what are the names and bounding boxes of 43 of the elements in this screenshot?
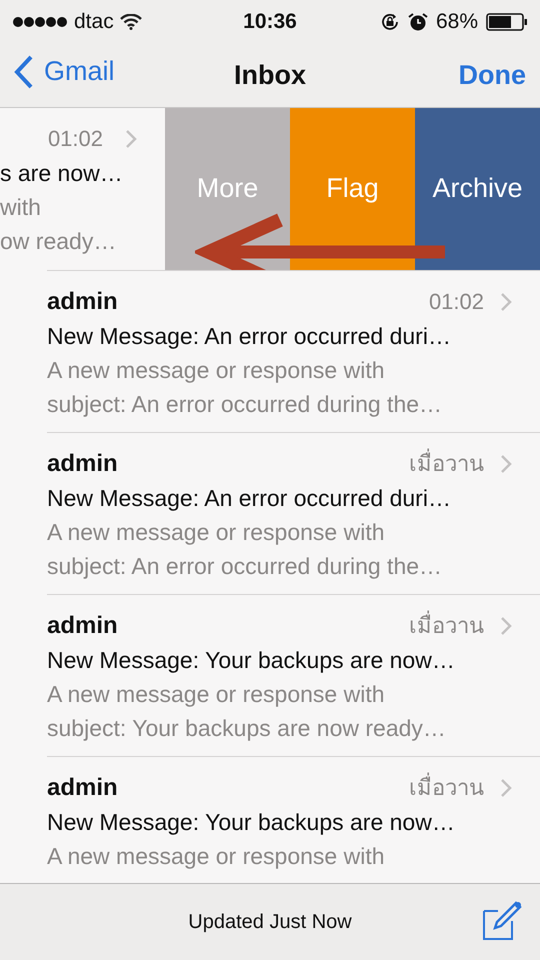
message-preview: subject: Your backups are now ready… (47, 714, 446, 741)
message-preview: A new message or response with (47, 680, 385, 707)
battery-icon (486, 12, 528, 31)
swipe-action-button[interactable]: Archive (415, 108, 540, 270)
message-preview: A new message or response with (47, 518, 385, 545)
sender-name: admin (47, 286, 118, 317)
message-subject: New Message: Your backups are now… (47, 808, 455, 835)
chevron-icon (500, 616, 512, 636)
sender-name: admin (47, 610, 118, 641)
compose-icon[interactable] (482, 901, 522, 942)
message-time: 01:02 (48, 124, 103, 153)
message-preview: A new message or response with (47, 356, 385, 383)
update-status: Updated Just Now (188, 910, 352, 934)
message-subject: New Message: An error occurred duri… (47, 484, 451, 511)
wifi-icon (120, 14, 142, 30)
back-button[interactable]: Gmail (14, 54, 115, 89)
message-preview: A new message or response with (47, 842, 385, 869)
message-subject: s are now… (0, 160, 123, 186)
signal-icon (12, 16, 68, 28)
carrier-name: dtac (74, 10, 114, 34)
back-chevron-icon (14, 54, 34, 89)
battery-percent: 68% (436, 10, 478, 34)
message-time: เมื่อวาน (409, 448, 484, 478)
sender-name: admin (47, 448, 118, 479)
message-preview: subject: An error occurred during the… (47, 390, 442, 417)
message-preview: ow ready… (0, 228, 116, 254)
rotation-lock-icon (380, 12, 400, 32)
chevron-icon (500, 454, 512, 474)
chevron-icon (500, 292, 512, 312)
done-button[interactable]: Done (458, 60, 526, 91)
message-subject: New Message: Your backups are now… (47, 646, 455, 673)
inbox-title: Inbox (234, 60, 306, 91)
message-time: 01:02 (428, 288, 484, 316)
message-preview: subject: An error occurred during the… (47, 552, 442, 579)
chevron-icon (125, 128, 137, 149)
sender-name: admin (47, 772, 118, 803)
message-preview: with (0, 194, 41, 220)
clock-time: 10:36 (243, 10, 297, 33)
chevron-icon (500, 778, 512, 798)
alarm-icon (408, 12, 428, 32)
message-time: เมื่อวาน (409, 610, 484, 640)
message-subject: New Message: An error occurred duri… (47, 322, 451, 349)
message-time: เมื่อวาน (409, 772, 484, 802)
